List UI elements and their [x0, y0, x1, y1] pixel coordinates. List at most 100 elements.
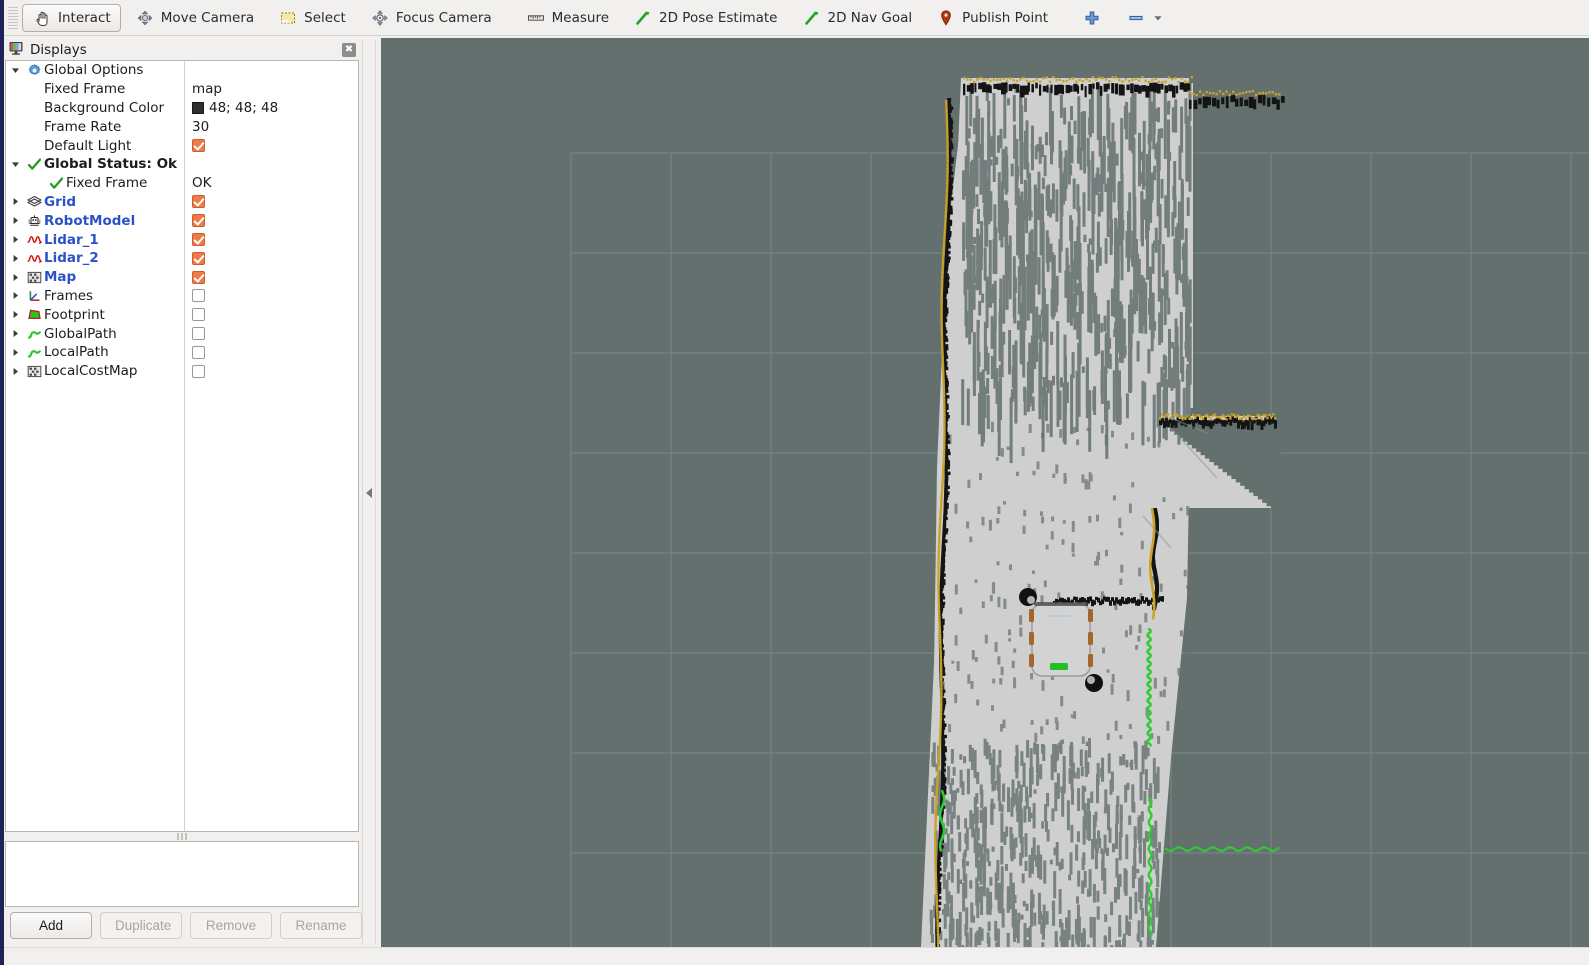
tree-item-value[interactable]: map — [192, 81, 222, 97]
map-pin-icon — [936, 8, 956, 28]
tree-item-checkbox[interactable] — [192, 251, 205, 265]
chevron-right-icon[interactable] — [6, 273, 24, 282]
tree-row-map[interactable]: Map — [6, 268, 358, 287]
checkbox-checked-icon[interactable] — [192, 233, 205, 247]
tool-move-camera-label: Move Camera — [160, 9, 255, 26]
checkbox-unchecked-icon[interactable] — [192, 327, 205, 341]
check-icon — [24, 157, 44, 172]
tree-item-value-text: 48; 48; 48 — [209, 99, 279, 116]
tool-interact[interactable]: Interact — [22, 3, 121, 32]
tool-measure-label: Measure — [551, 9, 610, 26]
tree-item-label: GlobalPath — [44, 325, 117, 342]
tree-row-global-status-ok[interactable]: Global Status: Ok — [6, 155, 358, 174]
tool-2d-nav-goal[interactable]: 2D Nav Goal — [792, 4, 923, 32]
tree-row-default-light[interactable]: Default Light — [6, 136, 358, 155]
color-swatch — [192, 101, 204, 114]
checkbox-unchecked-icon[interactable] — [192, 364, 205, 378]
checkbox-checked-icon[interactable] — [192, 214, 205, 228]
displays-tree[interactable]: Global Options Fixed Frame map Background C… — [5, 60, 359, 832]
tree-row-fixed-frame[interactable]: Fixed Frame map — [6, 80, 358, 99]
chevron-right-icon[interactable] — [6, 367, 24, 376]
tree-item-checkbox[interactable] — [192, 233, 205, 247]
checkbox-unchecked-icon[interactable] — [192, 289, 205, 303]
tree-row-frame-rate[interactable]: Frame Rate 30 — [6, 117, 358, 136]
tree-row-lidar-1[interactable]: Lidar_1 — [6, 230, 358, 249]
chevron-right-icon[interactable] — [6, 254, 24, 263]
tool-select[interactable]: Select — [268, 4, 356, 32]
tree-row-robotmodel[interactable]: RobotModel — [6, 211, 358, 230]
robot-icon — [24, 213, 44, 228]
tree-row-footprint[interactable]: Footprint — [6, 305, 358, 324]
chevron-right-icon[interactable] — [6, 291, 24, 300]
chevron-down-icon[interactable] — [6, 66, 24, 75]
tree-row-grid[interactable]: Grid — [6, 193, 358, 212]
tree-item-checkbox[interactable] — [192, 345, 205, 359]
tree-row-fixed-frame[interactable]: Fixed Frame OK — [6, 174, 358, 193]
checkbox-checked-icon[interactable] — [192, 251, 205, 265]
panel-horizontal-splitter[interactable] — [4, 832, 360, 841]
tree-item-value[interactable]: 30 — [192, 119, 209, 135]
tool-publish-point-label: Publish Point — [962, 9, 1049, 26]
tree-item-checkbox[interactable] — [192, 270, 205, 284]
chevron-down-icon[interactable] — [6, 160, 24, 169]
tree-row-globalpath[interactable]: GlobalPath — [6, 324, 358, 343]
add-tool-button[interactable] — [1072, 4, 1112, 32]
tree-item-checkbox[interactable] — [192, 364, 205, 378]
pose-arrow-icon — [633, 8, 653, 28]
ruler-icon — [526, 8, 546, 28]
chevron-down-icon[interactable] — [1152, 8, 1164, 28]
checkbox-unchecked-icon[interactable] — [192, 345, 205, 359]
tool-focus-camera[interactable]: Focus Camera — [360, 4, 502, 32]
rename-button[interactable]: Rename — [280, 911, 362, 939]
tree-row-localpath[interactable]: LocalPath — [6, 343, 358, 362]
chevron-right-icon[interactable] — [6, 329, 24, 338]
tree-item-checkbox[interactable] — [192, 139, 205, 153]
path-icon — [24, 326, 44, 341]
panel-collapse-splitter[interactable] — [362, 40, 376, 945]
displays-panel-title: Displays — [30, 42, 87, 58]
tree-row-lidar-2[interactable]: Lidar_2 — [6, 249, 358, 268]
status-bar — [0, 947, 1589, 965]
add-button[interactable]: Add — [10, 911, 92, 939]
tool-publish-point[interactable]: Publish Point — [926, 4, 1058, 32]
tree-row-frames[interactable]: Frames — [6, 287, 358, 306]
tree-item-checkbox[interactable] — [192, 308, 205, 322]
remove-button[interactable]: Remove — [190, 911, 272, 939]
tree-item-checkbox[interactable] — [192, 289, 205, 303]
tree-item-color-value[interactable]: 48; 48; 48 — [192, 100, 278, 116]
tool-2d-pose-estimate[interactable]: 2D Pose Estimate — [623, 4, 787, 32]
remove-tool-button[interactable] — [1116, 4, 1174, 32]
tree-item-value-text: map — [192, 81, 222, 98]
check-icon — [46, 176, 66, 191]
laserscan-icon — [24, 251, 44, 266]
checkbox-unchecked-icon[interactable] — [192, 308, 205, 322]
checkbox-checked-icon[interactable] — [192, 270, 205, 284]
tree-item-checkbox[interactable] — [192, 327, 205, 341]
chevron-right-icon[interactable] — [6, 348, 24, 357]
checkbox-checked-icon[interactable] — [192, 139, 205, 153]
tree-item-checkbox[interactable] — [192, 214, 205, 228]
tree-item-label: Footprint — [44, 306, 105, 323]
close-icon[interactable]: ✖ — [342, 43, 356, 57]
chevron-right-icon[interactable] — [6, 310, 24, 319]
tree-item-value[interactable]: OK — [192, 175, 211, 191]
chevron-right-icon[interactable] — [6, 235, 24, 244]
displays-monitor-icon — [8, 40, 24, 60]
tree-item-value-text: OK — [192, 175, 212, 192]
3d-viewport[interactable] — [381, 38, 1589, 947]
chevron-right-icon[interactable] — [6, 197, 24, 206]
duplicate-button[interactable]: Duplicate — [100, 911, 182, 939]
displays-panel: Displays ✖ Global Options Fixed Frame map B… — [4, 40, 362, 945]
tree-row-global-options[interactable]: Global Options — [6, 61, 358, 80]
tree-row-background-color[interactable]: Background Color 48; 48; 48 — [6, 99, 358, 118]
chevron-right-icon[interactable] — [6, 216, 24, 225]
checkbox-checked-icon[interactable] — [192, 195, 205, 209]
tree-item-checkbox[interactable] — [192, 195, 205, 209]
tree-row-localcostmap[interactable]: LocalCostMap — [6, 362, 358, 381]
window-edge-strip — [0, 0, 4, 965]
tool-measure[interactable]: Measure — [516, 4, 619, 32]
focus-camera-icon — [370, 8, 390, 28]
tool-move-camera[interactable]: Move Camera — [125, 4, 264, 32]
plus-icon — [1082, 8, 1102, 28]
toolbar-drag-grip[interactable] — [8, 6, 18, 29]
